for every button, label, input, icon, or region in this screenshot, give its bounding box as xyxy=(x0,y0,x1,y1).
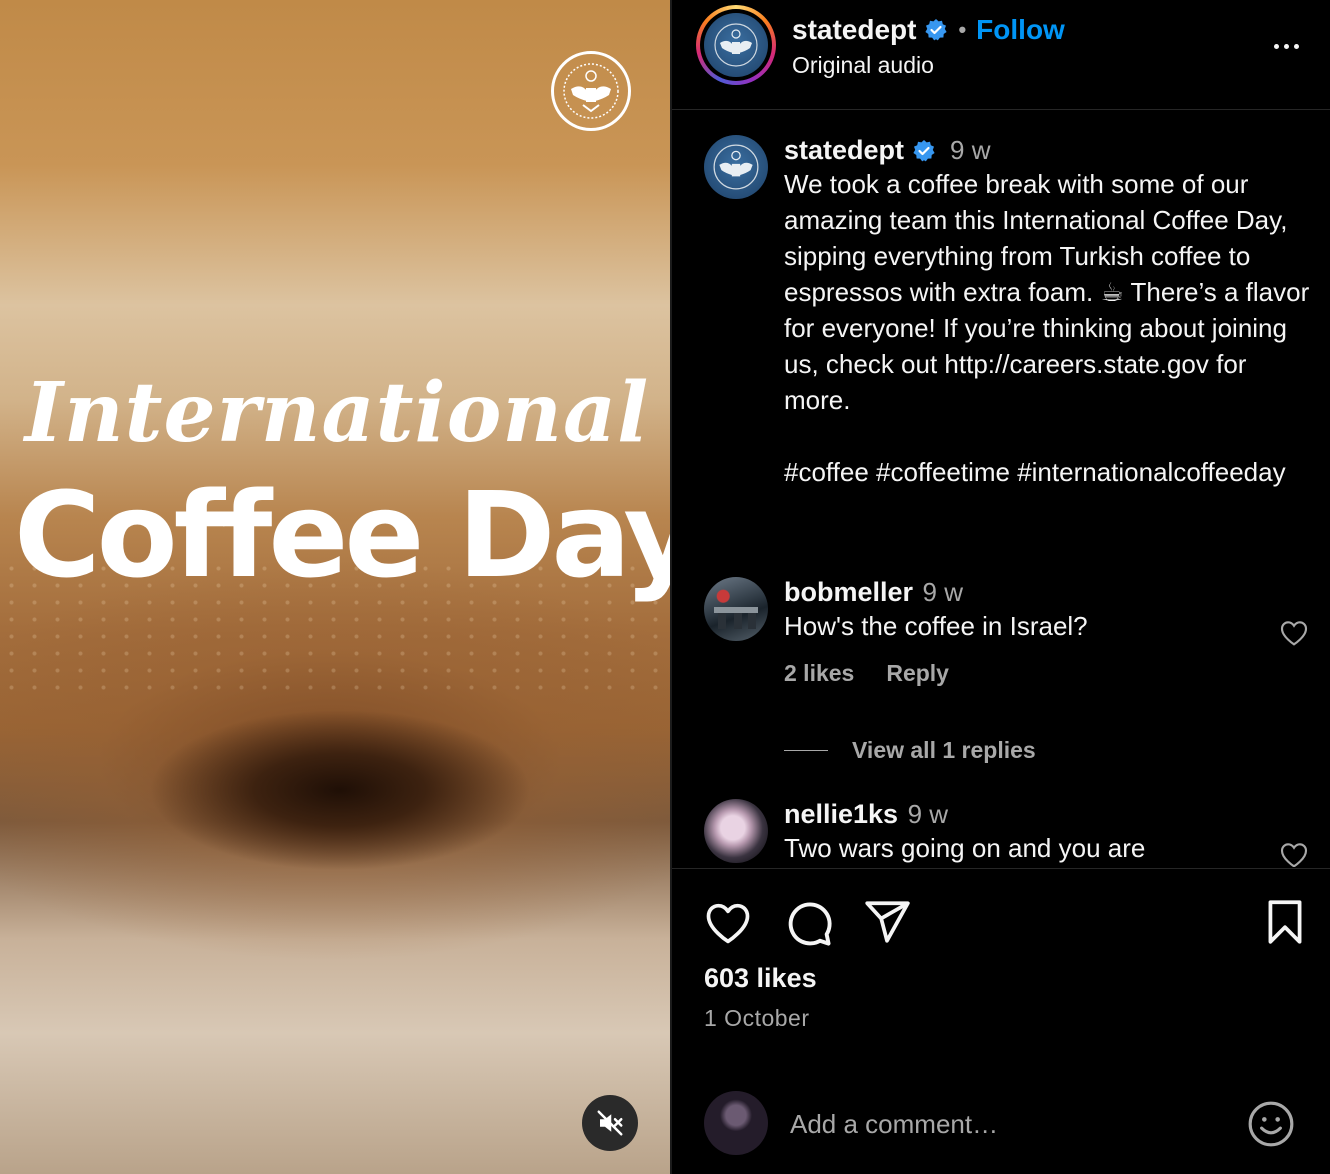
comment-heart-icon[interactable] xyxy=(1278,617,1310,649)
post-header: statedept • Follow Original audio xyxy=(672,0,1330,110)
comment-username[interactable]: nellie1ks xyxy=(784,799,898,829)
video-headline-coffee-day: Coffee Day xyxy=(14,466,670,604)
statedept-avatar xyxy=(704,13,768,77)
follow-button[interactable]: Follow xyxy=(976,14,1065,46)
emoji-icon[interactable] xyxy=(1246,1099,1296,1149)
header-separator: • xyxy=(958,17,967,42)
heart-icon[interactable] xyxy=(702,897,754,949)
comment-user-line: nellie1ks 9 w xyxy=(784,799,1254,830)
view-replies-button[interactable]: View all 1 replies xyxy=(784,737,1036,764)
video-headline-international: International xyxy=(24,365,650,461)
post-likes-count[interactable]: 603 likes xyxy=(704,963,817,994)
verified-badge-icon xyxy=(925,19,948,41)
comment-username[interactable]: bobmeller xyxy=(784,577,913,607)
comment-meta: 2 likes Reply xyxy=(784,660,1254,687)
caption-username[interactable]: statedept xyxy=(784,135,904,166)
caption-time[interactable]: 9 w xyxy=(950,135,990,166)
header-username[interactable]: statedept xyxy=(792,14,916,46)
header-user-line: statedept • Follow xyxy=(792,14,1065,46)
caption-user-line: statedept 9 w xyxy=(784,135,1314,166)
view-replies-label: View all 1 replies xyxy=(852,737,1036,763)
story-ring-avatar[interactable] xyxy=(696,5,776,85)
verified-badge-icon xyxy=(913,139,935,161)
comments-scroll-area[interactable]: statedept 9 w We took a coffee break wit… xyxy=(672,111,1330,867)
comment-time[interactable]: 9 w xyxy=(908,799,948,829)
caption-avatar[interactable] xyxy=(704,135,768,199)
caption-hashtags[interactable]: #coffee #coffeetime #internationalcoffee… xyxy=(784,454,1314,490)
post-media[interactable]: International Coffee Day xyxy=(0,0,670,1174)
comment-avatar-bobmeller[interactable] xyxy=(704,577,768,641)
comment-text: Two wars going on and you are xyxy=(784,833,1146,863)
bookmark-icon[interactable] xyxy=(1260,897,1310,947)
more-options-icon[interactable] xyxy=(1266,28,1306,64)
mute-button[interactable] xyxy=(582,1095,638,1151)
current-user-avatar xyxy=(704,1091,768,1155)
post-side-panel: statedept • Follow Original audio stated… xyxy=(672,0,1330,1174)
comment-user-line: bobmeller 9 w xyxy=(784,577,1254,608)
muted-speaker-icon xyxy=(597,1110,623,1136)
add-comment-input[interactable] xyxy=(790,1103,1220,1145)
send-icon[interactable] xyxy=(862,897,912,947)
comment-icon[interactable] xyxy=(782,897,834,949)
comment-avatar-nellie1ks[interactable] xyxy=(704,799,768,863)
comment-heart-icon[interactable] xyxy=(1278,839,1310,867)
state-department-seal-icon xyxy=(551,51,631,131)
comment-likes[interactable]: 2 likes xyxy=(784,660,854,687)
post-actions: 603 likes 1 October xyxy=(672,868,1330,1174)
comment-reply-button[interactable]: Reply xyxy=(886,660,949,687)
comment-text: How's the coffee in Israel? xyxy=(784,611,1088,641)
comment-time[interactable]: 9 w xyxy=(923,577,963,607)
replies-divider-line xyxy=(784,750,828,751)
post-date[interactable]: 1 October xyxy=(704,1005,810,1032)
caption-text: We took a coffee break with some of our … xyxy=(784,169,1310,415)
comment-composer xyxy=(672,1079,1330,1174)
audio-label[interactable]: Original audio xyxy=(792,52,934,79)
